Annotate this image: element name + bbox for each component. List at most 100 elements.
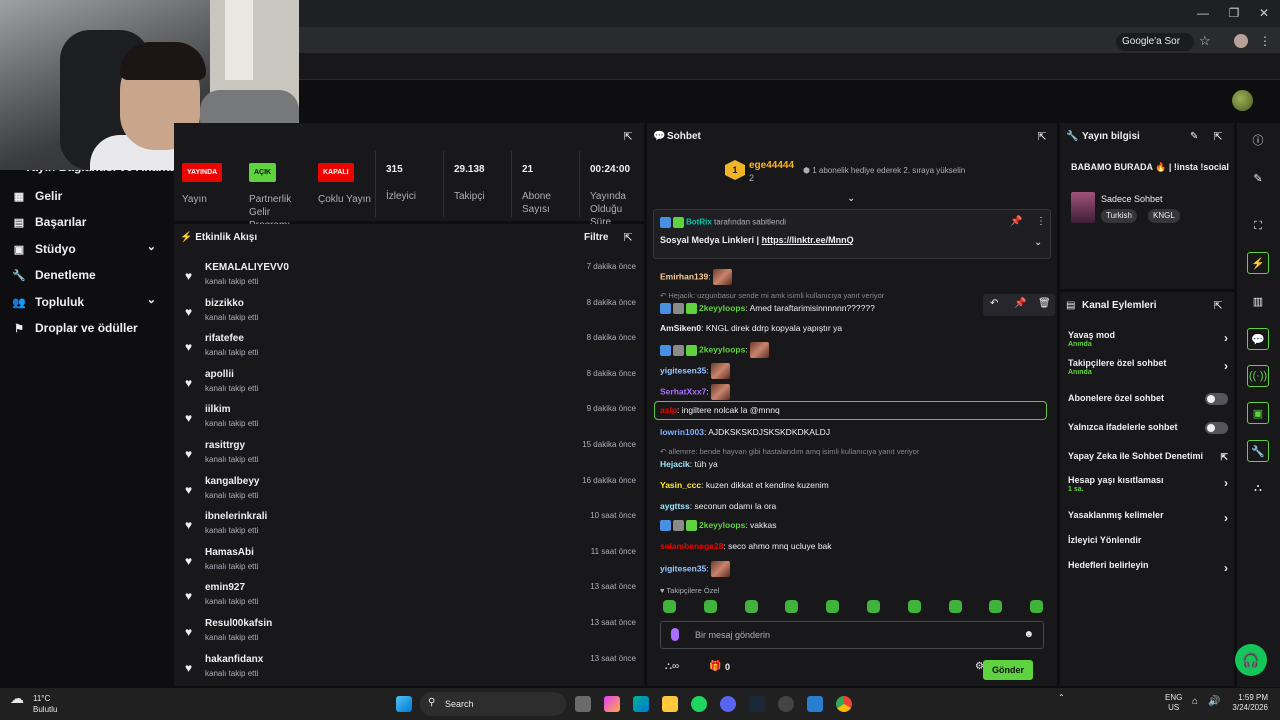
chat-username[interactable]: 2keyyloops xyxy=(699,344,745,354)
chat-message[interactable]: Hejacik: tüh ya xyxy=(660,459,718,469)
channel-action-item[interactable]: Abonelere özel sohbet xyxy=(1068,393,1228,405)
activity-event[interactable]: ♥ HamasAbi kanalı takip etti 11 saat önce xyxy=(182,543,636,577)
channel-action-item[interactable]: İzleyici Yönlendir xyxy=(1068,535,1228,545)
activity-event[interactable]: ♥ ibnelerinkrali kanalı takip etti 10 saat … xyxy=(182,507,636,541)
channel-action-item[interactable]: Yapay Zeka ile Sohbet Denetimi ⇱ xyxy=(1068,451,1228,462)
tag-kngl[interactable]: KNGL xyxy=(1148,209,1180,223)
maximize-button[interactable]: ❐ xyxy=(1226,6,1242,20)
toggle-switch[interactable] xyxy=(1205,422,1228,434)
pinned-link[interactable]: https://linktr.ee/MnnQ xyxy=(762,235,854,245)
activity-event[interactable]: ♥ apollii kanalı takip etti 8 dakika önce xyxy=(182,365,636,399)
activity-event[interactable]: ♥ iilkim kanalı takip etti 9 dakika önce xyxy=(182,400,636,434)
chat-username[interactable]: Yasin_ccc xyxy=(660,480,701,490)
category-name[interactable]: Sadece Sohbet xyxy=(1101,194,1163,204)
channel-action-item[interactable]: Yavaş mod Anında › xyxy=(1068,330,1228,348)
broadcast-icon[interactable]: ((·)) xyxy=(1247,365,1269,387)
more-options-icon[interactable]: ⋮ xyxy=(1036,216,1046,227)
photos-icon[interactable] xyxy=(807,696,823,712)
chat-username[interactable]: lowrin1003 xyxy=(660,427,704,437)
ad-icon[interactable]: ▣ xyxy=(1247,402,1269,424)
chat-username[interactable]: yigitesen35 xyxy=(660,563,706,573)
filter-button[interactable]: Filtre xyxy=(584,232,608,243)
file-explorer-icon[interactable] xyxy=(662,696,678,712)
quick-emote[interactable] xyxy=(989,600,1003,613)
mic-icon[interactable] xyxy=(671,628,679,641)
gift-leaderboard[interactable]: 1 ege44444 2 ⬢ 1 abonelik hediye ederek … xyxy=(725,158,1025,188)
popout-icon[interactable]: ⇱ xyxy=(622,232,634,244)
chat-message[interactable]: yigitesen35: xyxy=(660,363,731,379)
activity-event[interactable]: ♥ Resul00kafsin kanalı takip etti 13 saat ö… xyxy=(182,614,636,648)
send-button[interactable]: Gönder xyxy=(983,660,1033,680)
channel-action-item[interactable]: Hedefleri belirleyin › xyxy=(1068,560,1228,575)
quick-emote[interactable] xyxy=(867,600,880,613)
language-indicator[interactable]: ENG US xyxy=(1165,693,1182,713)
quick-emote[interactable] xyxy=(744,600,758,613)
chat-message[interactable]: aygttss: seconun odamı la ora xyxy=(660,501,776,511)
quick-emote[interactable] xyxy=(703,600,717,613)
obs-icon[interactable] xyxy=(778,696,794,712)
sidebar-item-studyo[interactable]: ▣ Stüdyo ⌄ xyxy=(12,240,162,258)
info-icon[interactable]: ⓘ xyxy=(1247,129,1269,151)
chat-message[interactable]: 2keyyloops: Amed taraftarimisinnnnnn????… xyxy=(660,303,875,315)
activity-event[interactable]: ♥ kangalbeyy kanalı takip etti 16 dakika ön… xyxy=(182,472,636,506)
windows-start-icon[interactable] xyxy=(396,696,412,712)
clip-icon[interactable]: ⛶ xyxy=(1247,215,1269,237)
raid-icon[interactable]: ⚡ xyxy=(1247,252,1269,274)
chat-message[interactable]: selambenege28: seco ahmo mnq ucluye bak xyxy=(660,541,832,551)
quick-emote[interactable] xyxy=(785,600,799,613)
copilot-icon[interactable] xyxy=(604,696,620,712)
pinned-message[interactable]: BotRix tarafından sabitlendi Sosyal Medy… xyxy=(653,209,1051,259)
quick-emote[interactable] xyxy=(1030,600,1044,613)
more-actions-icon[interactable]: ⛬ xyxy=(1247,477,1269,499)
chat-message[interactable]: yigitesen35: xyxy=(660,561,731,577)
volume-icon[interactable]: 🔊 xyxy=(1208,697,1220,707)
user-avatar[interactable] xyxy=(1232,90,1253,111)
activity-event[interactable]: ♥ emin927 kanalı takip etti 13 saat önce xyxy=(182,578,636,612)
reply-icon[interactable]: ↶ xyxy=(990,298,998,309)
chat-username[interactable]: aslp xyxy=(660,405,677,415)
edit-stream-icon[interactable]: ✎ xyxy=(1247,167,1269,189)
chat-message[interactable]: Emirhan139: xyxy=(660,269,732,285)
google-ask-button[interactable]: Google'a Sor xyxy=(1116,33,1194,51)
sidebar-item-denetleme[interactable]: 🔧 Denetleme xyxy=(12,266,162,284)
quick-emote[interactable] xyxy=(907,600,921,613)
bookmark-star-icon[interactable]: ☆ xyxy=(1199,33,1211,49)
pin-message-icon[interactable]: 📌 xyxy=(1014,298,1026,309)
quick-emote[interactable] xyxy=(663,600,676,613)
browser-profile-avatar[interactable] xyxy=(1234,34,1248,48)
chat-username[interactable]: 2keyyloops xyxy=(699,520,745,530)
steam-icon[interactable] xyxy=(749,696,765,712)
popout-icon[interactable]: ⇱ xyxy=(1212,300,1224,312)
quick-emote[interactable] xyxy=(948,600,962,613)
channel-action-item[interactable]: Takipçilere özel sohbet Anında › xyxy=(1068,358,1228,376)
toggle-switch[interactable] xyxy=(1205,393,1228,405)
network-icon[interactable]: ⌂ xyxy=(1192,697,1198,707)
activity-event[interactable]: ♥ rifatefee kanalı takip etti 8 dakika önce xyxy=(182,329,636,363)
sidebar-item-basarilar[interactable]: ▤ Başarılar xyxy=(12,213,162,231)
channel-action-item[interactable]: Yalnızca ifadelerle sohbet xyxy=(1068,422,1228,434)
sidebar-item-topluluk[interactable]: 👥 Topluluk ⌄ xyxy=(12,293,162,311)
chat-message[interactable]: SerhatXxx7: xyxy=(660,384,731,400)
chat-settings-icon[interactable]: 💬 xyxy=(1247,328,1269,350)
chat-username[interactable]: Emirhan139 xyxy=(660,271,708,281)
edge-icon[interactable] xyxy=(633,696,649,712)
tools-icon[interactable]: 🔧 xyxy=(1247,440,1269,462)
notes-icon[interactable]: ▥ xyxy=(1247,290,1269,312)
sidebar-item-droplar[interactable]: ⚑ Droplar ve ödüller xyxy=(12,319,162,337)
chat-username[interactable]: yigitesen35 xyxy=(660,365,706,375)
activity-event[interactable]: ♥ rasittrgy kanalı takip etti 15 dakika önc… xyxy=(182,436,636,470)
channel-points-icon[interactable]: ⛬∞ xyxy=(665,661,679,672)
help-icon[interactable]: 🎧 xyxy=(1235,644,1267,676)
chat-message[interactable]: 2keyyloops: xyxy=(660,342,770,358)
task-view-icon[interactable] xyxy=(575,696,591,712)
close-window-button[interactable]: ✕ xyxy=(1256,6,1272,20)
popout-icon[interactable]: ⇱ xyxy=(1036,131,1048,143)
chat-message[interactable]: AmSiken0: KNGL direk ddrp kopyala yapışt… xyxy=(660,323,842,333)
tag-turkish[interactable]: Turkish xyxy=(1101,209,1137,223)
chat-username[interactable]: AmSiken0 xyxy=(660,323,701,333)
chat-username[interactable]: SerhatXxx7 xyxy=(660,386,706,396)
expand-chevron-icon[interactable]: ⌄ xyxy=(847,193,855,204)
channel-action-item[interactable]: Hesap yaşı kısıtlaması 1 sa. › xyxy=(1068,475,1228,493)
spotify-icon[interactable] xyxy=(691,696,707,712)
popout-icon[interactable]: ⇱ xyxy=(1212,131,1224,143)
